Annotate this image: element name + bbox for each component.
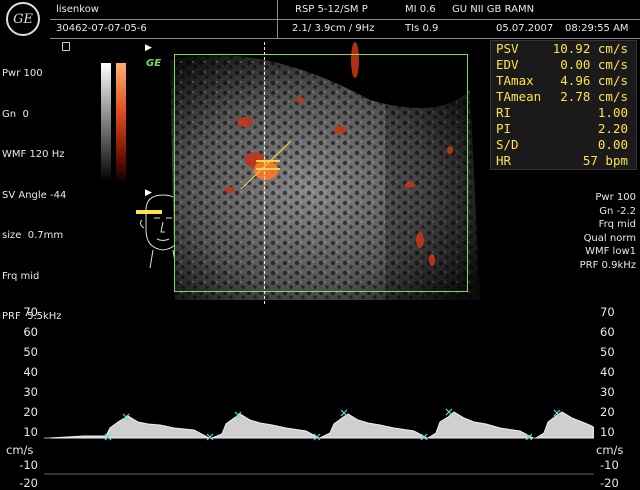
measurement-value: 0.00 <box>597 137 628 152</box>
scale-unit: cm/s <box>596 443 624 457</box>
ge-logo-icon: GE <box>6 2 40 36</box>
measurement-value: 2.78 cm/s <box>560 89 628 104</box>
depth-frequency: 2.1/ 3.9cm / 9Hz <box>292 23 375 34</box>
param-line: Pwr 100 <box>2 68 43 79</box>
measurement-value: 2.20 <box>597 121 628 136</box>
scale-tick: -10 <box>600 458 619 472</box>
image-marker: GE <box>146 58 162 69</box>
param-line: Frq mid <box>2 270 40 282</box>
measurement-value: 4.96 cm/s <box>560 73 628 88</box>
thermal-index: TIs 0.9 <box>405 23 439 34</box>
scale-tick: -10 <box>19 458 38 472</box>
scale-tick: 30 <box>600 385 615 399</box>
measurement-row: EDV 0.00 cm/s <box>491 57 636 73</box>
color-roi-box[interactable] <box>174 54 468 292</box>
patient-name: lisenkow <box>56 4 99 15</box>
scale-tick: 40 <box>23 365 38 379</box>
left-velocity-scale: 70 60 50 40 30 20 10 cm/s -10 -20 <box>0 300 44 490</box>
measurement-row: S/D 0.00 <box>491 137 636 153</box>
institution-name: GU NII GB RAMN <box>452 4 535 15</box>
exam-time: 08:29:55 AM <box>565 23 629 34</box>
header-divider-bottom <box>50 38 640 39</box>
scale-tick: 20 <box>600 405 615 419</box>
measurement-label: PSV <box>496 41 519 56</box>
measurement-value: 1.00 <box>597 105 628 120</box>
probe-label: RSP 5-12/SM P <box>295 4 368 15</box>
spectral-doppler-trace <box>44 408 594 475</box>
measurement-row: RI 1.00 <box>491 105 636 121</box>
right-velocity-scale: 70 60 50 40 30 20 10 cm/s -10 -20 <box>594 300 640 490</box>
scale-tick: 60 <box>600 325 615 339</box>
scale-tick: 20 <box>23 405 38 419</box>
scale-tick: 70 <box>23 305 38 319</box>
scale-tick: 30 <box>23 385 38 399</box>
measurement-label: TAmax <box>496 73 534 88</box>
measurement-panel: PSV 10.92 cm/s EDV 0.00 cm/s TAmax 4.96 cm/… <box>490 40 637 170</box>
grayscale-map-bar <box>101 63 111 181</box>
measurement-label: PI <box>496 121 512 136</box>
measurement-label: TAmean <box>496 89 542 104</box>
scale-tick: 50 <box>600 345 615 359</box>
measurement-label: RI <box>496 105 512 120</box>
scale-tick: 50 <box>23 345 38 359</box>
measurement-row: HR 57 bpm <box>491 153 636 169</box>
param-line: Qual norm <box>583 232 636 244</box>
scale-tick: 10 <box>23 425 38 439</box>
doppler-waveforms <box>49 411 594 439</box>
measurement-value: 0.00 cm/s <box>560 57 628 72</box>
measurement-label: S/D <box>496 137 519 152</box>
scale-tick: 70 <box>600 305 615 319</box>
param-line: Frq mid <box>598 219 636 230</box>
sample-volume-gate[interactable] <box>236 135 296 195</box>
exam-date: 05.07.2007 <box>496 23 554 34</box>
lock-icon <box>62 42 70 51</box>
measurement-value: 10.92 cm/s <box>552 41 628 56</box>
measurement-value: 57 bpm <box>582 153 628 168</box>
header-divider-top <box>50 19 640 20</box>
scale-tick: -20 <box>600 476 619 490</box>
param-line: PRF 0.9kHz <box>579 259 636 271</box>
scale-unit: cm/s <box>6 443 34 457</box>
logo-text: GE <box>13 11 33 27</box>
param-line: WMF low1 <box>585 246 636 257</box>
measurement-label: HR <box>496 153 512 168</box>
param-line: WMF 120 Hz <box>2 149 65 160</box>
right-params: Pwr 100 Gn -2.2 Frq mid Qual norm WMF lo… <box>580 191 636 272</box>
measurement-label: EDV <box>496 57 519 72</box>
mechanical-index: MI 0.6 <box>405 4 436 15</box>
patient-id: 30462-07-07-05-6 <box>56 23 147 34</box>
param-line: SV Angle -44 <box>2 189 67 201</box>
param-line: Gn -2.2 <box>599 205 636 217</box>
measurement-row: PI 2.20 <box>491 121 636 137</box>
color-map-bar <box>116 63 126 181</box>
scale-tick: 60 <box>23 325 38 339</box>
measurement-row: TAmean 2.78 cm/s <box>491 89 636 105</box>
param-line: Pwr 100 <box>595 192 636 203</box>
header-separator <box>277 0 278 38</box>
param-line: size 0.7mm <box>2 230 64 241</box>
scale-tick: -20 <box>19 476 38 490</box>
measurement-row: TAmax 4.96 cm/s <box>491 73 636 89</box>
scale-tick: 10 <box>600 425 615 439</box>
scale-tick: 40 <box>600 365 615 379</box>
left-params: Pwr 100 Gn 0 WMF 120 Hz SV Angle -44 siz… <box>2 40 66 337</box>
param-line: Gn 0 <box>2 108 29 120</box>
measurement-row: PSV 10.92 cm/s <box>491 41 636 57</box>
